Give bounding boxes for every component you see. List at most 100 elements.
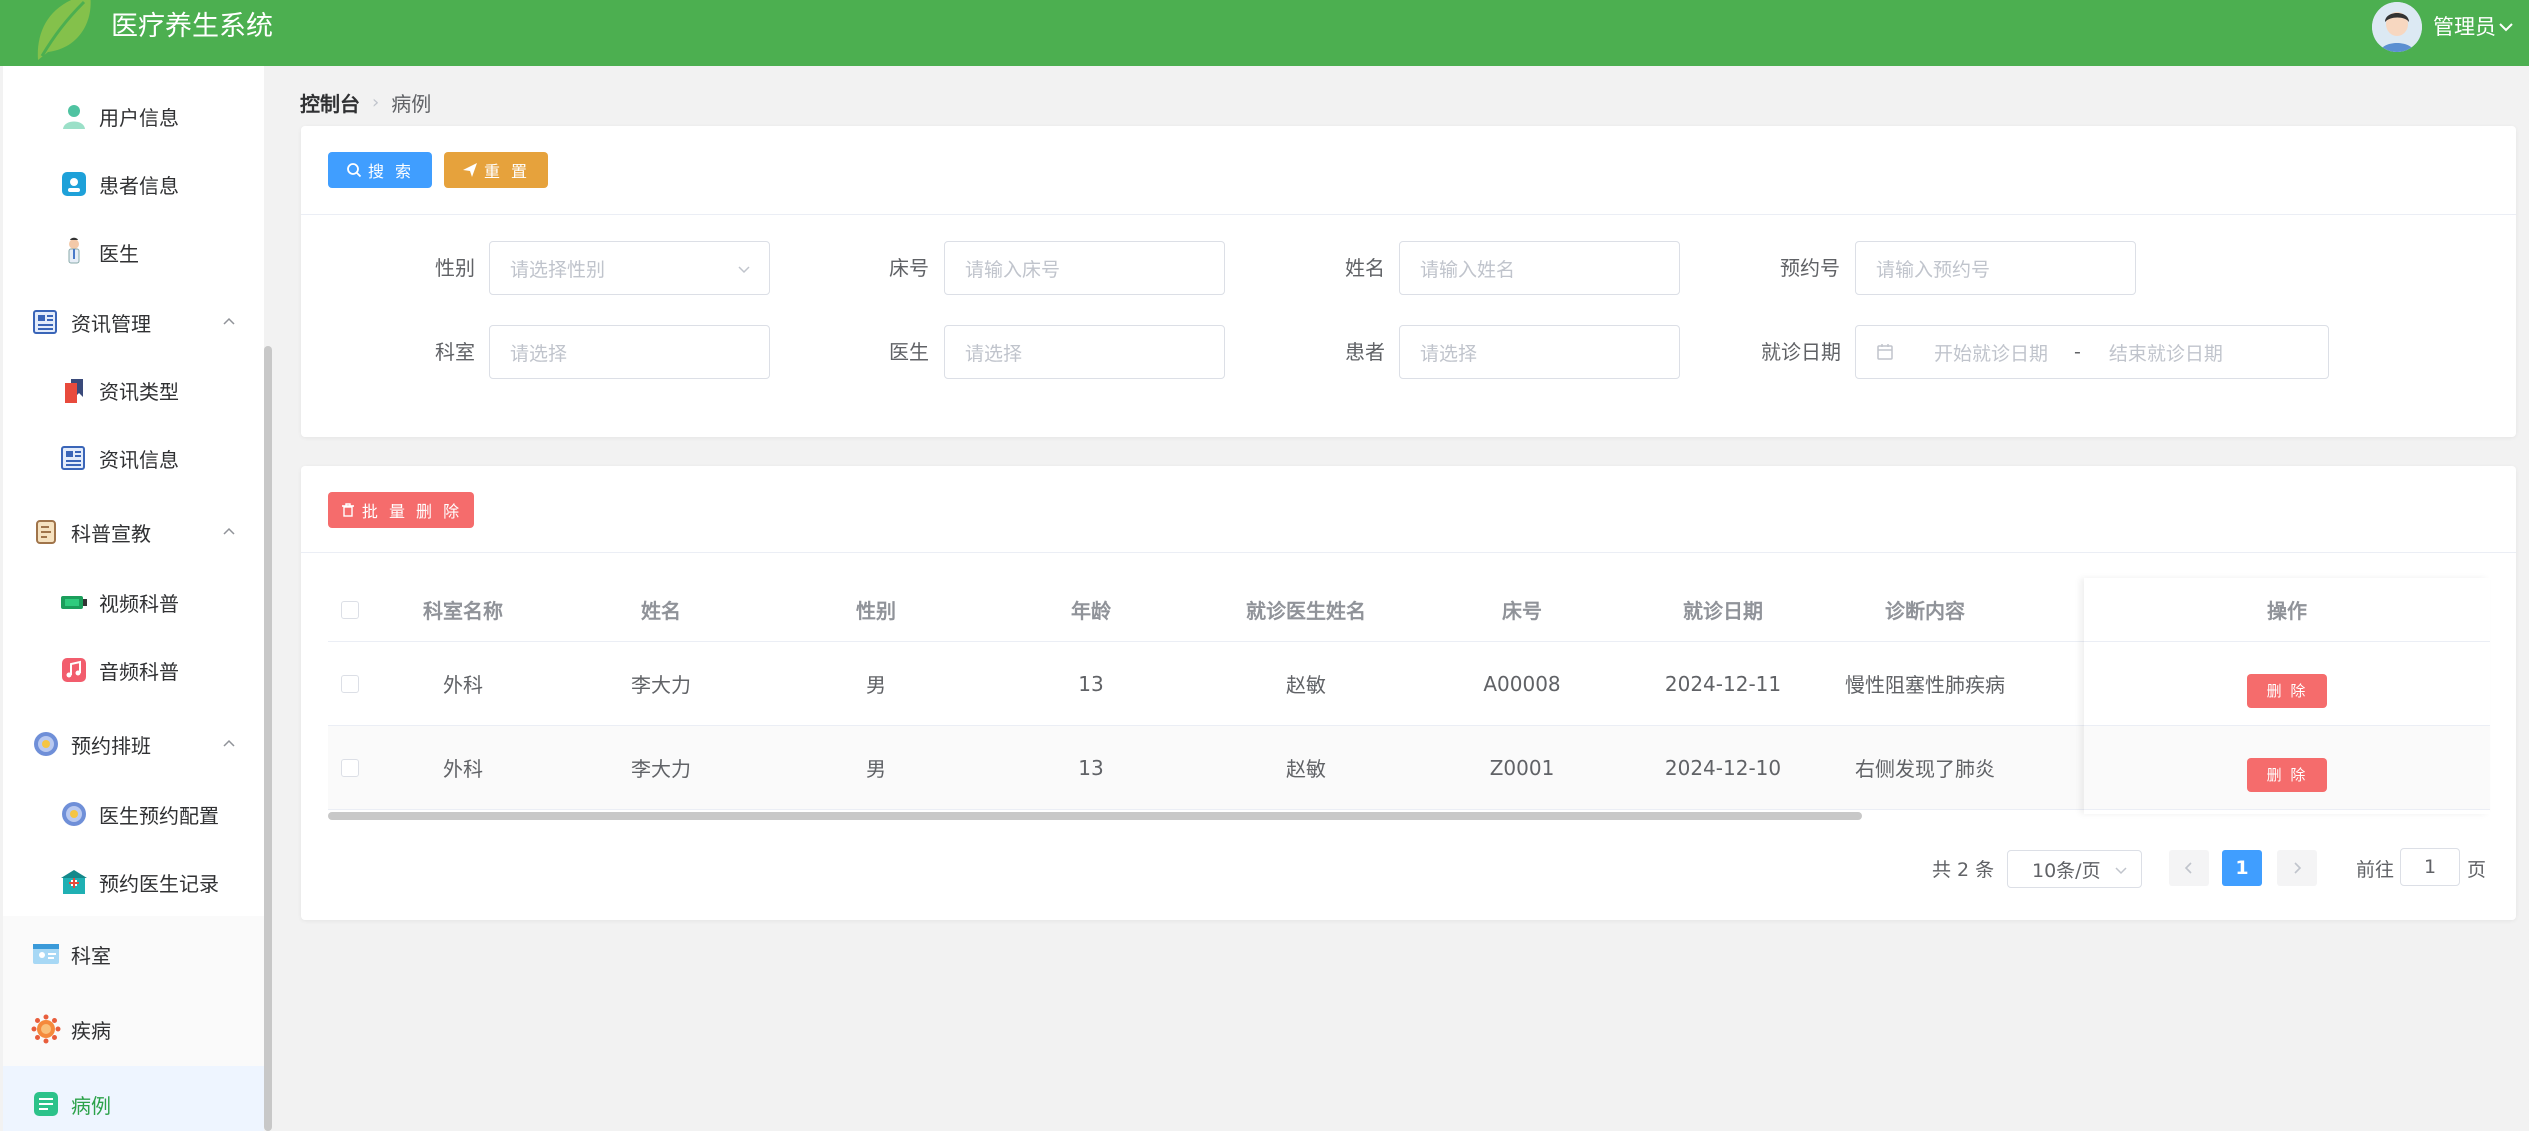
chevron-down-icon xyxy=(738,266,750,274)
cell-diagnosis: 右侧发现了肺炎 xyxy=(1855,757,1995,781)
sidebar-group-appointment[interactable]: 预约排班 xyxy=(3,710,264,778)
scroll-icon xyxy=(36,520,56,544)
app-title: 医疗养生系统 xyxy=(111,11,273,42)
select-all-checkbox[interactable] xyxy=(341,600,359,619)
gender-label: 性别 xyxy=(435,256,475,280)
news-icon xyxy=(61,446,85,470)
delete-button[interactable]: 删 除 xyxy=(2247,673,2327,708)
cell-department: 外科 xyxy=(443,757,483,781)
gear-icon xyxy=(34,732,58,756)
sidebar-item-disease[interactable]: 疾病 xyxy=(3,992,264,1066)
col-name[interactable]: 姓名 xyxy=(554,578,768,641)
cell-gender: 男 xyxy=(866,757,886,781)
scrollbar-thumb[interactable] xyxy=(328,812,1862,820)
reset-button[interactable]: 重 置 xyxy=(444,152,548,188)
bookmark-icon xyxy=(65,379,83,403)
clinic-icon xyxy=(61,870,87,894)
sidebar-item-department[interactable]: 科室 xyxy=(3,916,264,992)
date-separator: - xyxy=(2074,341,2081,363)
sidebar-group-news[interactable]: 资讯管理 xyxy=(3,288,264,356)
doctor-icon xyxy=(68,237,80,264)
divider xyxy=(301,214,2516,215)
pagination-total: 共 2 条 xyxy=(1932,858,1995,881)
horizontal-scrollbar[interactable] xyxy=(328,812,2490,820)
sidebar-item-audio-science[interactable]: 音频科普 xyxy=(3,636,264,704)
appointment-label: 预约号 xyxy=(1780,256,1840,280)
table-panel: 批 量 删 除 科室名称 姓名 性别 年龄 就诊医生姓名 床号 就诊日期 诊断内… xyxy=(301,466,2516,920)
chevron-right-icon: › xyxy=(372,91,380,113)
visit-date-label: 就诊日期 xyxy=(1761,340,1841,364)
patient-label: 患者 xyxy=(1345,340,1385,364)
search-icon xyxy=(347,163,362,178)
visit-date-start[interactable]: 开始就诊日期 xyxy=(1934,339,2048,366)
goto-page-input[interactable]: 1 xyxy=(2400,848,2460,886)
col-age[interactable]: 年龄 xyxy=(984,578,1198,641)
chevron-down-icon xyxy=(2115,867,2127,875)
chevron-up-icon xyxy=(223,317,235,325)
prev-page-button[interactable] xyxy=(2169,850,2209,886)
page-number-current[interactable]: 1 xyxy=(2222,850,2262,886)
top-header: 医疗养生系统 管理员 xyxy=(0,0,2529,66)
sidebar-item-case[interactable]: 病例 xyxy=(3,1066,264,1131)
user-name[interactable]: 管理员 xyxy=(2433,13,2496,41)
breadcrumb-root[interactable]: 控制台 xyxy=(300,88,360,117)
col-diagnosis[interactable]: 诊断内容 xyxy=(1816,578,2034,641)
col-department[interactable]: 科室名称 xyxy=(372,578,554,641)
cell-doctor: 赵敏 xyxy=(1286,757,1326,781)
department-select[interactable]: 请选择 xyxy=(489,325,770,379)
patient-select[interactable]: 请选择 xyxy=(1399,325,1680,379)
video-icon xyxy=(61,596,87,609)
sidebar-item-appointment-record[interactable]: 预约医生记录 xyxy=(3,848,264,916)
avatar[interactable] xyxy=(2372,2,2422,52)
cell-gender: 男 xyxy=(866,673,886,697)
visit-date-end[interactable]: 结束就诊日期 xyxy=(2109,339,2223,366)
col-doctor-name[interactable]: 就诊医生姓名 xyxy=(1198,578,1414,641)
department-label: 科室 xyxy=(435,340,475,364)
search-button[interactable]: 搜 索 xyxy=(328,152,432,188)
row-checkbox[interactable] xyxy=(341,758,359,777)
col-bed[interactable]: 床号 xyxy=(1414,578,1630,641)
chevron-up-icon xyxy=(223,527,235,535)
doctor-select[interactable]: 请选择 xyxy=(944,325,1225,379)
cell-department: 外科 xyxy=(443,673,483,697)
name-input[interactable]: 请输入姓名 xyxy=(1399,241,1680,295)
delete-button[interactable]: 删 除 xyxy=(2247,757,2327,792)
operation-column: 操作 删 除 删 除 xyxy=(2084,578,2490,814)
gender-select[interactable]: 请选择性别 xyxy=(489,241,770,295)
sidebar-item-patient-info[interactable]: 患者信息 xyxy=(3,150,264,218)
chevron-down-icon[interactable] xyxy=(2497,18,2515,36)
batch-delete-button[interactable]: 批 量 删 除 xyxy=(328,492,474,528)
sidebar-item-video-science[interactable]: 视频科普 xyxy=(3,568,264,636)
col-visit-date[interactable]: 就诊日期 xyxy=(1630,578,1816,641)
sidebar-item-news-type[interactable]: 资讯类型 xyxy=(3,356,264,424)
cell-diagnosis: 慢性阻塞性肺疾病 xyxy=(1845,673,2005,697)
patient-card-icon xyxy=(62,172,86,196)
page-size-select[interactable]: 10条/页 xyxy=(2007,850,2142,888)
cell-age: 13 xyxy=(1078,671,1104,696)
cell-bed: Z0001 xyxy=(1489,755,1555,780)
visit-date-range-picker[interactable]: 开始就诊日期 - 结束就诊日期 xyxy=(1855,325,2329,379)
search-panel: 搜 索 重 置 性别 请选择性别 床号 请输入床号 姓名 请输入姓名 预约号 请… xyxy=(301,126,2516,437)
cell-visit-date: 2024-12-10 xyxy=(1664,755,1782,780)
col-gender[interactable]: 性别 xyxy=(768,578,984,641)
leaf-logo-icon xyxy=(37,0,91,60)
sidebar-item-doctor-appointment-config[interactable]: 医生预约配置 xyxy=(3,780,264,848)
appointment-input[interactable]: 请输入预约号 xyxy=(1855,241,2136,295)
cell-doctor: 赵敏 xyxy=(1286,673,1326,697)
document-icon xyxy=(34,1092,58,1116)
next-page-button[interactable] xyxy=(2277,850,2317,886)
bed-label: 床号 xyxy=(889,256,929,280)
sidebar-scrollbar[interactable] xyxy=(264,346,272,1131)
sidebar-item-news-info[interactable]: 资讯信息 xyxy=(3,424,264,492)
chevron-right-icon xyxy=(2294,862,2302,874)
cell-age: 13 xyxy=(1078,755,1104,780)
name-label: 姓名 xyxy=(1345,256,1385,280)
user-icon xyxy=(63,105,85,129)
sidebar-item-user-info[interactable]: 用户信息 xyxy=(3,82,264,150)
sidebar-group-science[interactable]: 科普宣教 xyxy=(3,498,264,566)
music-icon xyxy=(62,658,86,682)
doctor-label: 医生 xyxy=(889,340,929,364)
row-checkbox[interactable] xyxy=(341,674,359,693)
sidebar-item-doctor[interactable]: 医生 xyxy=(3,218,264,286)
bed-input[interactable]: 请输入床号 xyxy=(944,241,1225,295)
